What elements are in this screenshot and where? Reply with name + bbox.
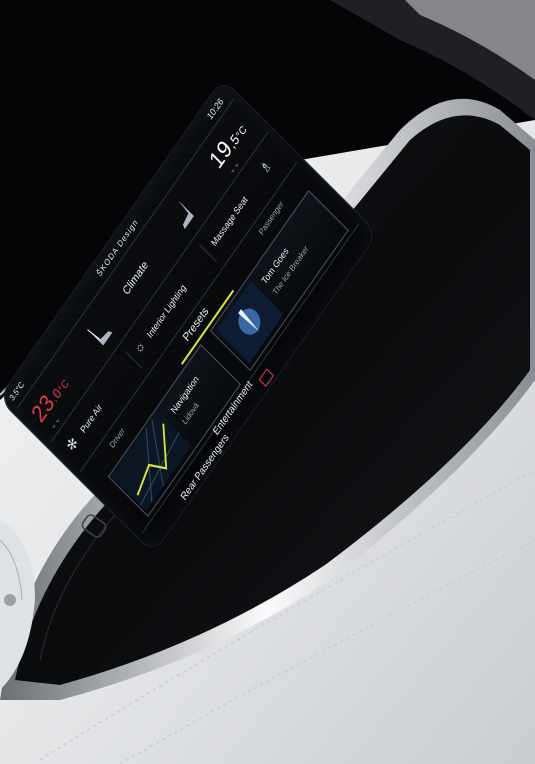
lamp-icon: ☼: [130, 336, 149, 358]
driver-seat-heat-icon[interactable]: [77, 305, 122, 359]
climate-title[interactable]: Climate: [121, 259, 151, 298]
seat-icon: ♗: [256, 156, 275, 177]
fan-icon: ✻: [63, 433, 82, 455]
tab-driver[interactable]: Driver: [108, 426, 127, 450]
passenger-seat-heat-icon[interactable]: [159, 187, 204, 241]
pure-air-label: Pure Air: [78, 401, 105, 436]
